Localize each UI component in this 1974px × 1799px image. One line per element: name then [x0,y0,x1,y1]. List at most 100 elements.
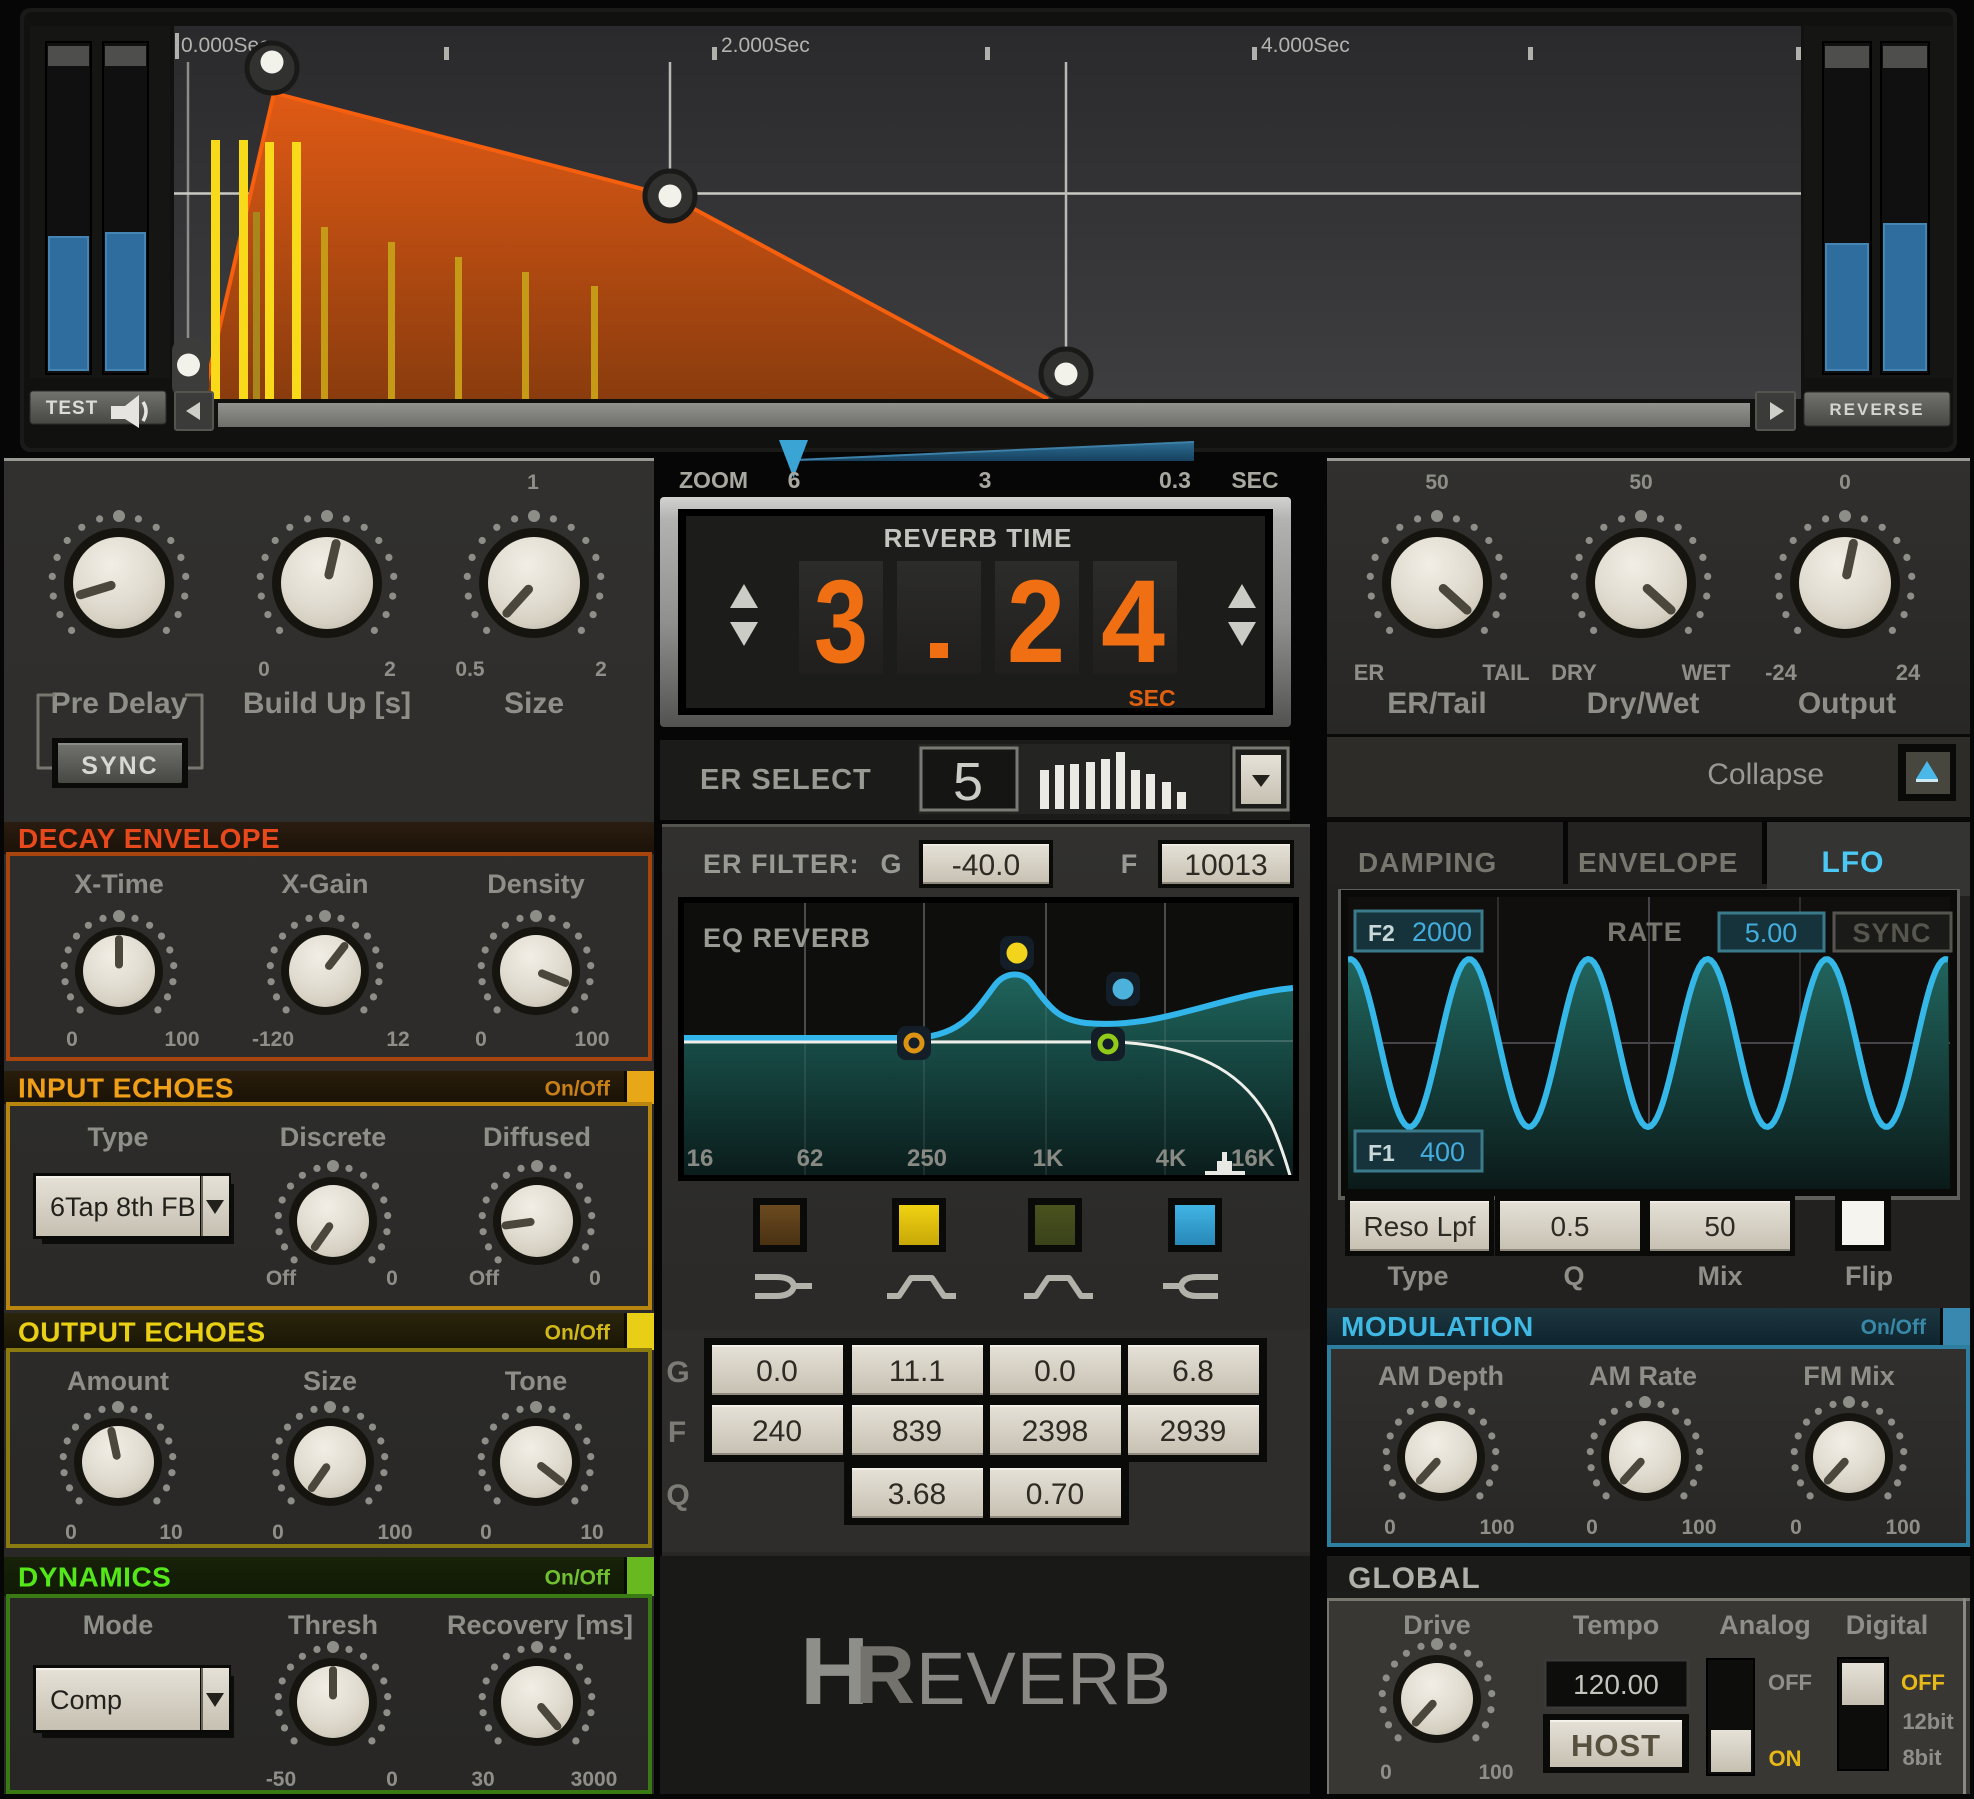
svg-text:0: 0 [475,1028,487,1051]
svg-text:MODULATION: MODULATION [1341,1311,1534,1342]
svg-text:0: 0 [1380,1761,1392,1784]
svg-text:Digital: Digital [1846,1610,1929,1640]
svg-text:F: F [1121,849,1138,879]
svg-text:100: 100 [1681,1516,1716,1539]
svg-text:Tempo: Tempo [1573,1610,1660,1640]
svg-text:Recovery [ms]: Recovery [ms] [447,1610,633,1640]
svg-text:SEC: SEC [1128,685,1175,711]
svg-text:ENVELOPE: ENVELOPE [1578,847,1738,878]
svg-text:G: G [666,1356,689,1389]
svg-text:Analog: Analog [1719,1610,1811,1640]
svg-text:4: 4 [1101,556,1165,688]
svg-text:RATE: RATE [1607,917,1683,947]
svg-text:0.3: 0.3 [1159,467,1191,493]
svg-text:5: 5 [953,752,983,812]
svg-text:ER/Tail: ER/Tail [1387,687,1486,720]
svg-text:LFO: LFO [1822,846,1885,879]
svg-text:4.000Sec: 4.000Sec [1261,34,1350,57]
svg-text:SYNC: SYNC [1852,918,1931,948]
svg-text:2000: 2000 [1412,917,1472,947]
svg-text:-50: -50 [266,1768,296,1791]
svg-text:30: 30 [471,1768,494,1791]
svg-text:DRY: DRY [1551,660,1597,685]
svg-text:F: F [668,1416,686,1449]
svg-text:0: 0 [258,658,270,681]
svg-text:3: 3 [814,556,868,688]
svg-text:Comp: Comp [50,1685,122,1715]
svg-text:50: 50 [1704,1211,1735,1242]
svg-text:Dry/Wet: Dry/Wet [1587,687,1700,720]
svg-text:G: G [880,849,901,879]
svg-text:10: 10 [580,1521,603,1544]
svg-text:Off: Off [469,1267,500,1290]
svg-text:6: 6 [788,467,801,493]
svg-text:DECAY ENVELOPE: DECAY ENVELOPE [18,823,280,854]
svg-text:0.5: 0.5 [455,658,485,681]
svg-text:0: 0 [386,1768,398,1791]
svg-text:ON: ON [1769,1746,1802,1771]
svg-text:DAMPING: DAMPING [1358,847,1497,878]
svg-text:ZOOM: ZOOM [679,467,748,493]
svg-text:Size: Size [504,687,564,720]
svg-text:6.8: 6.8 [1172,1355,1214,1388]
svg-text:2939: 2939 [1160,1415,1227,1448]
svg-text:2: 2 [384,658,396,681]
svg-text:HOST: HOST [1571,1728,1661,1763]
svg-text:100: 100 [377,1521,412,1544]
svg-text:8bit: 8bit [1902,1745,1942,1770]
svg-text:Discrete: Discrete [280,1122,387,1152]
svg-text:Type: Type [1387,1261,1448,1291]
svg-text:Output: Output [1798,687,1896,720]
svg-text:5.00: 5.00 [1745,918,1798,948]
svg-text:50: 50 [1425,471,1448,494]
svg-text:Flip: Flip [1845,1261,1893,1291]
svg-text:0: 0 [1839,471,1851,494]
svg-text:12bit: 12bit [1902,1709,1954,1734]
svg-text:12: 12 [386,1028,409,1051]
svg-text:0: 0 [480,1521,492,1544]
svg-text:0: 0 [1790,1516,1802,1539]
svg-text:SEC: SEC [1231,467,1278,493]
svg-text:120.00: 120.00 [1573,1669,1659,1700]
svg-text:100: 100 [164,1028,199,1051]
svg-text:Thresh: Thresh [288,1610,378,1640]
svg-text:Size: Size [303,1366,357,1396]
svg-text:On/Off: On/Off [545,1322,611,1345]
svg-text:250: 250 [907,1145,947,1172]
svg-text:On/Off: On/Off [1861,1316,1927,1339]
svg-text:2: 2 [595,658,607,681]
svg-text:EVERB: EVERB [916,1637,1172,1720]
svg-text:0: 0 [1384,1516,1396,1539]
svg-text:X-Gain: X-Gain [281,869,368,899]
svg-text:0.0: 0.0 [1034,1355,1076,1388]
svg-text:2: 2 [1007,556,1065,688]
svg-text:24: 24 [1896,660,1921,685]
svg-text:WET: WET [1682,660,1731,685]
svg-text:6Tap 8th FB: 6Tap 8th FB [50,1192,196,1222]
svg-text:0: 0 [386,1267,398,1290]
svg-text:0: 0 [65,1521,77,1544]
svg-text:TEST: TEST [46,398,99,419]
svg-text:400: 400 [1420,1137,1465,1167]
svg-text:50: 50 [1629,471,1652,494]
svg-text:2398: 2398 [1022,1415,1089,1448]
svg-text:-40.0: -40.0 [952,849,1020,882]
svg-text:Tone: Tone [505,1366,568,1396]
svg-text:INPUT ECHOES: INPUT ECHOES [18,1073,234,1104]
svg-text:11.1: 11.1 [889,1355,945,1388]
svg-text:Diffused: Diffused [483,1122,591,1152]
svg-text:100: 100 [1479,1516,1514,1539]
svg-text:0.70: 0.70 [1026,1478,1084,1511]
svg-text:16K: 16K [1231,1145,1276,1172]
svg-text:Mode: Mode [83,1610,154,1640]
svg-text:REVERB TIME: REVERB TIME [884,523,1073,553]
svg-text:F1: F1 [1368,1140,1395,1166]
svg-text:Drive: Drive [1403,1610,1471,1640]
svg-text:100: 100 [1885,1516,1920,1539]
svg-text:Q: Q [1563,1261,1584,1291]
svg-text:10: 10 [159,1521,182,1544]
svg-text:3: 3 [979,467,992,493]
svg-text:TAIL: TAIL [1482,660,1529,685]
svg-text:1: 1 [527,471,539,494]
svg-text:ER: ER [1354,660,1385,685]
